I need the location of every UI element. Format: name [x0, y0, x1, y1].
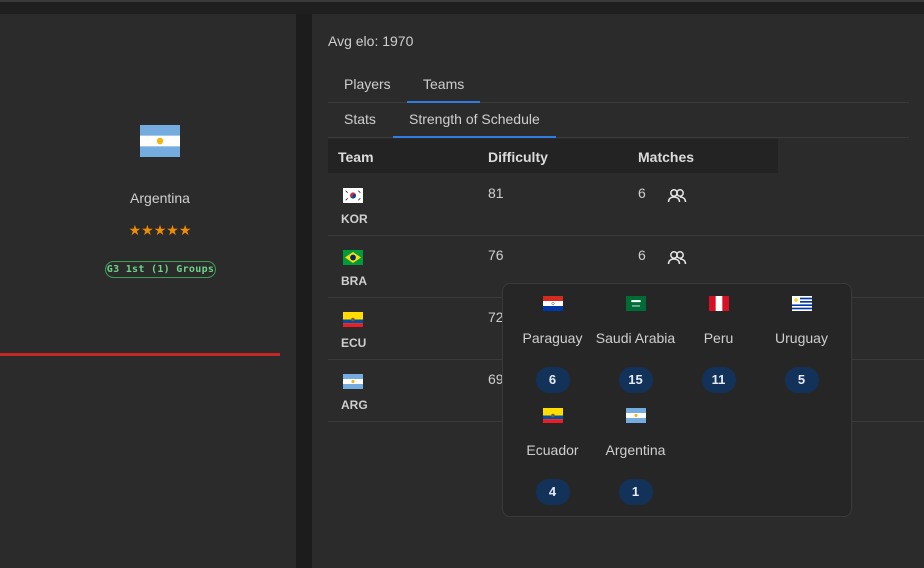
opponent-name: Uruguay — [775, 330, 828, 346]
primary-tabs: Players Teams — [328, 67, 909, 103]
column-header-difficulty[interactable]: Difficulty — [488, 139, 548, 175]
team-summary-panel — [0, 14, 296, 568]
opponents-popover: Paraguay 6 Saudi Arabia 15 Peru 11 Urugu… — [502, 283, 852, 517]
tab-stats[interactable]: Stats — [328, 102, 392, 138]
difficulty-value: 76 — [488, 247, 504, 263]
secondary-tabs: Stats Strength of Schedule — [328, 102, 909, 138]
opponent-match-count: 11 — [701, 367, 736, 393]
opponent-match-count: 15 — [618, 367, 653, 393]
opponent-item[interactable]: Uruguay 5 — [760, 296, 843, 393]
opponent-match-count: 1 — [618, 479, 653, 505]
group-status-badge: G3 1st (1) Groups — [105, 261, 216, 278]
argentina-flag-icon — [140, 125, 180, 157]
opponent-name: Argentina — [605, 442, 666, 458]
difficulty-value: 81 — [488, 185, 504, 201]
opponents-icon[interactable] — [667, 188, 687, 204]
opponent-item[interactable]: Saudi Arabia 15 — [594, 296, 677, 393]
column-header-team[interactable]: Team — [338, 139, 374, 175]
argentina-flag-icon — [343, 374, 363, 389]
avg-elo-label: Avg elo: 1970 — [328, 33, 414, 49]
opponent-name: Saudi Arabia — [595, 330, 676, 346]
paraguay-flag-icon — [543, 296, 563, 311]
opponent-match-count: 5 — [784, 367, 819, 393]
uruguay-flag-icon — [792, 296, 812, 311]
opponent-match-count: 6 — [535, 367, 570, 393]
matches-value: 6 — [638, 247, 646, 263]
panel-divider[interactable] — [296, 14, 312, 568]
brazil-flag-icon — [343, 250, 363, 265]
opponent-item[interactable]: Peru 11 — [677, 296, 760, 393]
table-row[interactable]: KOR 81 6 — [328, 174, 924, 236]
team-code: ECU — [341, 336, 367, 350]
team-code: BRA — [341, 274, 367, 288]
opponent-item[interactable]: Argentina 1 — [594, 408, 677, 505]
peru-flag-icon — [709, 296, 729, 311]
opponent-name: Peru — [703, 330, 734, 346]
team-code: ARG — [341, 398, 368, 412]
argentina-flag-icon — [626, 408, 646, 423]
opponent-match-count: 4 — [535, 479, 570, 505]
opponent-name: Ecuador — [526, 442, 579, 458]
tab-teams[interactable]: Teams — [407, 67, 481, 103]
tab-strength-of-schedule[interactable]: Strength of Schedule — [393, 102, 556, 138]
ecuador-flag-icon — [343, 312, 363, 327]
matches-value: 6 — [638, 185, 646, 201]
window-top-bar — [0, 0, 924, 14]
saudi-arabia-flag-icon — [626, 296, 646, 311]
opponents-icon[interactable] — [667, 250, 687, 266]
team-code: KOR — [341, 212, 368, 226]
rating-stars: ★★★★★ — [128, 222, 192, 238]
team-name: Argentina — [130, 190, 190, 206]
table-header: Team Difficulty Matches — [328, 139, 778, 173]
south-korea-flag-icon — [343, 188, 363, 203]
ecuador-flag-icon — [543, 408, 563, 423]
red-divider-line — [0, 353, 280, 356]
column-header-matches[interactable]: Matches — [638, 139, 694, 175]
opponent-name: Paraguay — [522, 330, 583, 346]
opponent-item[interactable]: Paraguay 6 — [511, 296, 594, 393]
tab-players[interactable]: Players — [328, 67, 407, 103]
opponent-item[interactable]: Ecuador 4 — [511, 408, 594, 505]
